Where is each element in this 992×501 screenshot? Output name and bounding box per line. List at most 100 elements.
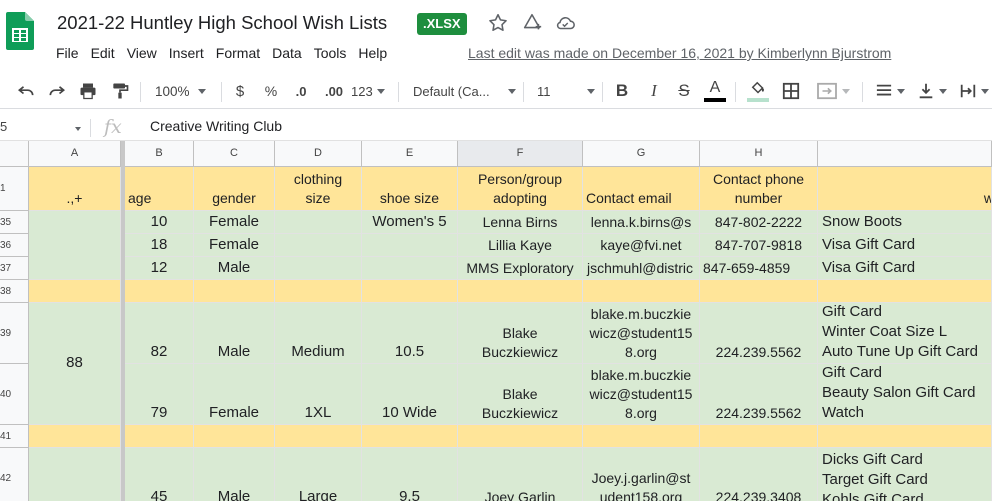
more-formats-button[interactable]: 123	[351, 73, 391, 109]
cell-shoe[interactable]: 10 Wide	[362, 364, 458, 425]
cell-phone[interactable]: 224.239.5562	[700, 364, 818, 425]
cell-shoe[interactable]	[362, 234, 458, 257]
cell-wishes[interactable]: Visa Gift Card	[818, 234, 992, 257]
redo-icon[interactable]	[45, 73, 69, 109]
header-cell-phone[interactable]: Contact phone number	[700, 167, 818, 211]
zoom-select[interactable]: 100%	[155, 73, 215, 109]
currency-button[interactable]: $	[230, 73, 250, 109]
vertical-align-icon[interactable]	[914, 73, 950, 109]
cell-shoe[interactable]: 10.5	[362, 303, 458, 364]
header-cell-adopter[interactable]: Person/group adopting	[458, 167, 583, 211]
row-header[interactable]: 41	[0, 425, 29, 448]
font-size-select[interactable]: 11	[537, 73, 595, 109]
percent-button[interactable]: %	[261, 73, 281, 109]
chevron-down-icon[interactable]	[75, 127, 81, 131]
formula-input[interactable]: Creative Writing Club	[150, 118, 282, 134]
cell-age[interactable]: 10	[125, 211, 194, 234]
header-cell-gender[interactable]: gender	[194, 167, 275, 211]
document-title[interactable]: 2021-22 Huntley High School Wish Lists	[57, 12, 387, 34]
cell-age[interactable]: 82	[125, 303, 194, 364]
cell-email[interactable]: lenna.k.birns@s	[583, 211, 700, 234]
cell-age[interactable]: 45	[125, 448, 194, 501]
cell-age[interactable]: 18	[125, 234, 194, 257]
move-to-folder-icon[interactable]	[521, 12, 543, 34]
separator-cell[interactable]	[275, 425, 362, 448]
cell-gender[interactable]: Male	[194, 448, 275, 501]
separator-cell[interactable]	[458, 280, 583, 303]
last-edit-link[interactable]: Last edit was made on December 16, 2021 …	[468, 44, 891, 62]
cell-clothing[interactable]: Large	[275, 448, 362, 501]
column-header-e[interactable]: E	[362, 141, 458, 167]
cell-email[interactable]: blake.m.buczkie wicz@student15 8.org	[583, 364, 700, 425]
cell-shoe[interactable]: 9.5	[362, 448, 458, 501]
frozen-column-divider[interactable]	[121, 141, 125, 501]
separator-cell[interactable]	[362, 280, 458, 303]
separator-cell[interactable]	[125, 425, 194, 448]
cell-adopter[interactable]: Lillia Kaye	[458, 234, 583, 257]
separator-cell[interactable]	[194, 425, 275, 448]
cell-phone[interactable]: 224.239.5562	[700, 303, 818, 364]
cell-gender[interactable]: Female	[194, 364, 275, 425]
header-cell-wishes[interactable]: w	[818, 167, 992, 211]
cell-wishes[interactable]: Gift Card Beauty Salon Gift Card Watch	[818, 364, 992, 425]
cell-wishes[interactable]: Gift Card Winter Coat Size L Auto Tune Up …	[818, 303, 992, 364]
cell-adopter[interactable]: Blake Buczkiewicz	[458, 303, 583, 364]
star-icon[interactable]	[487, 12, 509, 34]
header-cell-age[interactable]: age	[125, 167, 194, 211]
sheets-logo-icon[interactable]	[6, 12, 34, 50]
cell-email[interactable]: jschmuhl@distric	[583, 257, 700, 280]
column-header-h[interactable]: H	[700, 141, 818, 167]
menu-edit[interactable]: Edit	[85, 44, 121, 62]
cell-a[interactable]	[29, 448, 121, 501]
cell-wishes[interactable]: Snow Boots	[818, 211, 992, 234]
cell-adopter[interactable]: Joey Garlin	[458, 448, 583, 501]
fill-color-button[interactable]	[746, 73, 770, 109]
undo-icon[interactable]	[14, 73, 38, 109]
cell-adopter[interactable]: Blake Buczkiewicz	[458, 364, 583, 425]
column-header-g[interactable]: G	[583, 141, 700, 167]
cell-email[interactable]: kaye@fvi.net	[583, 234, 700, 257]
separator-cell[interactable]	[700, 425, 818, 448]
name-box[interactable]: 5	[0, 119, 7, 134]
print-icon[interactable]	[76, 73, 100, 109]
separator-cell[interactable]	[125, 280, 194, 303]
cell-clothing[interactable]	[275, 257, 362, 280]
menu-data[interactable]: Data	[266, 44, 308, 62]
increase-decimal-button[interactable]: .00	[320, 73, 348, 109]
row-header[interactable]: 35	[0, 211, 29, 234]
cell-gender[interactable]: Female	[194, 234, 275, 257]
row-header[interactable]: 39	[0, 303, 29, 364]
merge-cells-icon[interactable]	[811, 73, 855, 109]
separator-cell[interactable]	[583, 280, 700, 303]
cell-clothing[interactable]: 1XL	[275, 364, 362, 425]
column-header-a[interactable]: A	[29, 141, 121, 167]
cloud-saved-icon[interactable]	[554, 12, 576, 34]
cell-phone[interactable]: 224.239.3408	[700, 448, 818, 501]
column-header-f[interactable]: F	[458, 141, 583, 167]
select-all-corner[interactable]	[0, 141, 29, 167]
paint-format-icon[interactable]	[108, 73, 132, 109]
text-color-button[interactable]: A	[703, 73, 727, 109]
header-cell-clothing-size[interactable]: clothing size	[275, 167, 362, 211]
cell-gender[interactable]: Female	[194, 211, 275, 234]
column-header-d[interactable]: D	[275, 141, 362, 167]
separator-cell[interactable]	[362, 425, 458, 448]
cell-clothing[interactable]	[275, 234, 362, 257]
strikethrough-icon[interactable]: S	[673, 73, 695, 109]
column-header-b[interactable]: B	[125, 141, 194, 167]
cell-wishes[interactable]: Visa Gift Card	[818, 257, 992, 280]
cell-gender[interactable]: Male	[194, 303, 275, 364]
cell-gender[interactable]: Male	[194, 257, 275, 280]
cell-phone[interactable]: 847-802-2222	[700, 211, 818, 234]
cell-adopter[interactable]: Lenna Birns	[458, 211, 583, 234]
cell-adopter[interactable]: MMS Exploratory	[458, 257, 583, 280]
row-header[interactable]: 40	[0, 364, 29, 425]
cell-shoe[interactable]: Women's 5	[362, 211, 458, 234]
cell-age[interactable]: 12	[125, 257, 194, 280]
cell-clothing[interactable]	[275, 211, 362, 234]
menu-help[interactable]: Help	[352, 44, 393, 62]
italic-icon[interactable]: I	[643, 73, 665, 109]
separator-cell[interactable]	[194, 280, 275, 303]
separator-cell[interactable]	[275, 280, 362, 303]
header-cell-shoe-size[interactable]: shoe size	[362, 167, 458, 211]
